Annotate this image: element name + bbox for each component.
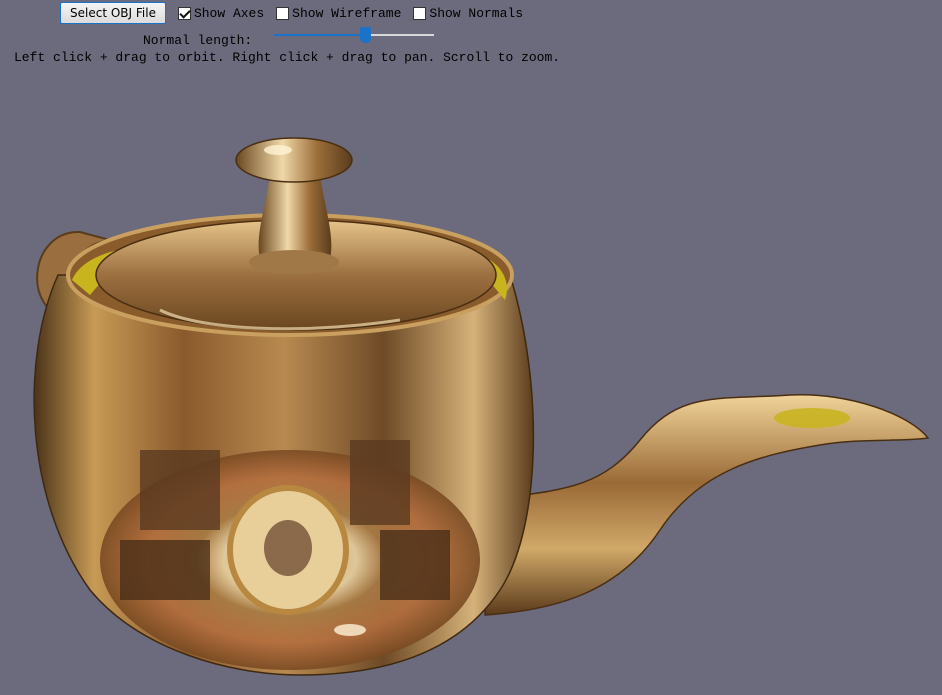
slider-thumb[interactable] <box>360 27 372 43</box>
reflection-bench-left <box>140 450 220 530</box>
3d-viewport-canvas[interactable] <box>0 70 942 695</box>
body-highlight <box>334 624 366 636</box>
app-root: Select OBJ File Show Axes Show Wireframe… <box>0 0 942 695</box>
knob-highlight <box>264 145 292 155</box>
reflection-bench-left-2 <box>120 540 210 600</box>
instructions-text: Left click + drag to orbit. Right click … <box>14 50 561 65</box>
show-wireframe-label: Show Wireframe <box>292 5 402 21</box>
teapot-spout <box>484 394 930 616</box>
show-axes-checkbox[interactable] <box>177 6 191 20</box>
lid-knob-base <box>249 250 339 274</box>
normal-length-slider[interactable] <box>274 27 434 43</box>
show-normals-checkbox[interactable] <box>413 6 427 20</box>
show-normals-toggle[interactable]: Show Normals <box>413 6 535 21</box>
show-axes-toggle[interactable]: Show Axes <box>177 5 276 21</box>
reflection-bench-right <box>350 440 410 525</box>
reflection-bench-right-2 <box>380 530 450 600</box>
spout-opening <box>774 408 850 428</box>
show-wireframe-checkbox[interactable] <box>276 6 290 20</box>
show-wireframe-toggle[interactable]: Show Wireframe <box>276 6 413 21</box>
show-normals-label: Show Normals <box>429 5 524 21</box>
reflection-rosette-center <box>264 520 312 576</box>
normal-length-label: Normal length: <box>143 33 253 48</box>
show-axes-label: Show Axes <box>193 5 265 21</box>
lid-knob-stem <box>258 175 332 260</box>
teapot-render <box>33 137 930 676</box>
controls-row: Select OBJ File Show Axes Show Wireframe… <box>60 2 535 24</box>
slider-fill <box>274 34 366 36</box>
select-obj-file-button[interactable]: Select OBJ File <box>60 2 166 24</box>
lid-knob-top <box>235 137 353 183</box>
